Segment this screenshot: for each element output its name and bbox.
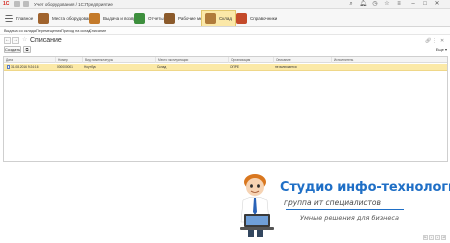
link-icon[interactable]: 🔗︎ [425,38,431,44]
back-arrow-icon[interactable]: ← [4,37,11,44]
close-button[interactable]: ✕ [432,0,442,9]
document-icon [7,65,10,70]
sections-panel: Главное Места оборудования Выдача и возв… [0,9,450,27]
cell-description: не включается [275,65,297,69]
window-title: Учет оборудования / 1С:Предприятие [34,2,113,7]
brand-subtitle: группа ит специалистов [284,198,381,207]
column-header-kind[interactable]: Вид номенклатуры [82,57,155,63]
cell-place: Склад [157,65,167,69]
company-banner: Студио инфо-технологии группа ит специал… [234,170,450,238]
toolbar: Создать ⧉ Еще ▾ [0,46,450,55]
column-header-date[interactable]: Дата [4,57,55,63]
create-button[interactable]: Создать [4,46,21,53]
issue-icon [89,12,100,24]
favorite-star-icon[interactable]: ☆ [22,37,27,44]
scroll-up-icon[interactable]: ‹ [429,235,434,240]
list-scroll-buttons: ⇤ ‹ › ⇥ [423,235,446,240]
history-icon[interactable] [23,1,29,7]
section-label: Главное [16,15,34,21]
menu-icon[interactable] [14,1,20,7]
navlink-writeoff[interactable]: Списание [89,28,106,34]
scroll-bottom-icon[interactable]: ⇥ [441,235,446,240]
navlink-transfers[interactable]: Перемещения [36,28,61,34]
navlink-receipt[interactable]: Приход на склад [61,28,91,34]
column-header-organization[interactable]: Организация [228,57,273,63]
title-bar: 1С Учет оборудования / 1С:Предприятие ⌕ … [0,0,450,9]
section-main[interactable]: Главное [2,10,36,26]
brand-title: Студио инфо-технологии [280,180,450,195]
minimize-button[interactable]: – [408,0,418,9]
cell-date-text: 31.08.2016 9:24:16 [11,65,39,69]
search-icon[interactable]: ⌕ [346,0,356,9]
more-options-icon[interactable]: ⋮ [432,38,437,44]
table-header: Дата Номер Вид номенклатуры Место эксплу… [4,57,447,63]
brand-slogan: Умные решения для бизнеса [300,214,399,222]
scroll-top-icon[interactable]: ⇤ [423,235,428,240]
reports-icon [134,12,145,24]
function-panel: Выдача со склада Перемещения Приход на с… [0,27,450,35]
cell-number: 000000001 [57,65,73,69]
scroll-down-icon[interactable]: › [435,235,440,240]
document-list-table[interactable]: Дата Номер Вид номенклатуры Место эксплу… [3,56,448,162]
section-label: Склад [219,16,233,21]
mascot-illustration [240,174,274,237]
copy-icon[interactable]: ⧉ [23,46,31,53]
section-catalogs[interactable]: Справочники [233,10,280,26]
cell-organization: ОПРЕ [230,65,240,69]
settings-icon[interactable]: ≡ [394,0,404,9]
form-header: ← → ☆ Списание 🔗︎ ⋮ ✕ [0,36,450,46]
more-label: Еще [435,47,444,52]
brand-divider [286,209,404,210]
app-logo: 1С [3,1,10,7]
section-warehouse[interactable]: Склад [201,10,237,26]
favorites-icon[interactable]: ☆ [382,0,392,9]
page-title: Списание [30,37,62,44]
close-form-icon[interactable]: ✕ [440,38,444,44]
warehouse-icon [205,13,216,24]
section-label: Справочники [250,15,278,21]
table-row[interactable]: 31.08.2016 9:24:16 000000001 Ноутбук Скл… [4,64,447,71]
column-header-place[interactable]: Место эксплуатации [155,57,228,63]
column-header-description[interactable]: Описание [273,57,331,63]
forward-arrow-icon[interactable]: → [12,37,19,44]
column-header-executor[interactable]: Исполнитель [331,57,447,63]
cell-kind: Ноутбук [84,65,96,69]
column-header-number[interactable]: Номер [55,57,82,63]
history-clock-icon[interactable]: ◷ [370,0,380,9]
more-button[interactable]: Еще ▾ [436,46,447,53]
catalogs-icon [236,12,247,24]
navlink-issue-from-warehouse[interactable]: Выдача со склада [4,28,36,34]
workplace-icon [164,12,175,24]
notifications-icon[interactable]: 🔔︎ [358,0,368,9]
places-icon [38,12,49,24]
cell-date: 31.08.2016 9:24:16 [5,64,38,71]
menu-icon [5,14,13,22]
maximize-button[interactable]: □ [420,0,430,9]
